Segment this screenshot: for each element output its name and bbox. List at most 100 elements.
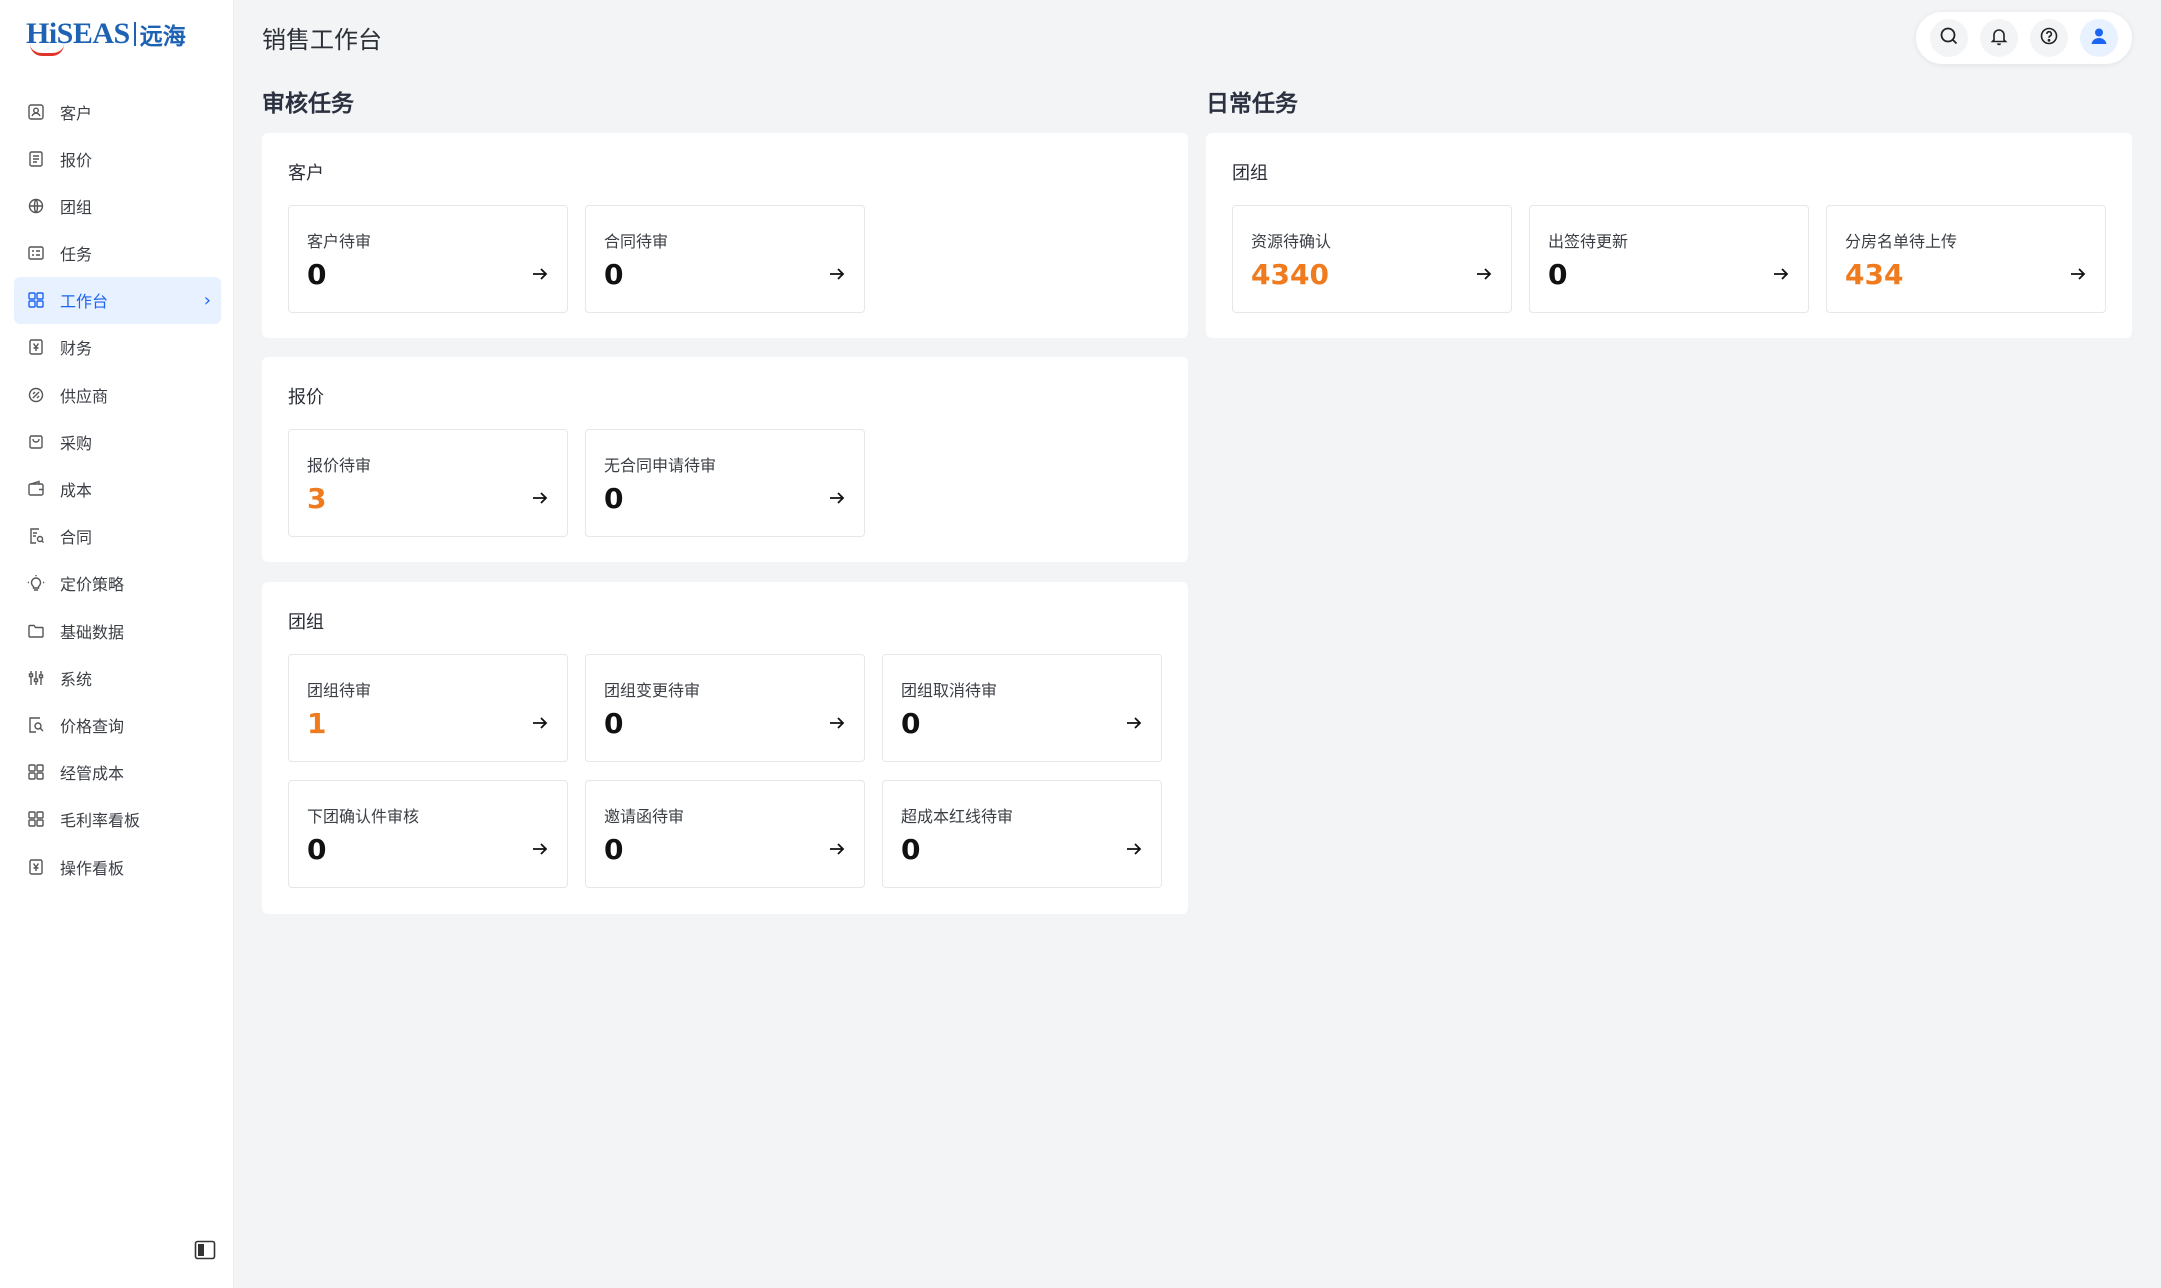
task-card-quote-pending[interactable]: 报价待审 3 xyxy=(288,429,568,537)
sidebar-collapse-icon[interactable] xyxy=(193,1238,217,1262)
card-label: 报价待审 xyxy=(307,456,372,475)
help-button[interactable] xyxy=(2030,19,2068,57)
task-card-group-cancel-pending[interactable]: 团组取消待审 0 xyxy=(882,654,1162,762)
contract-icon xyxy=(26,526,46,546)
settings-sliders-icon xyxy=(26,668,46,688)
sidebar-item-customer[interactable]: 客户 xyxy=(14,88,221,135)
review-group-panel: 团组 团组待审 1 团组变更待审 0 团组取消待审 0 下团确认件审核 0 邀请… xyxy=(262,582,1188,914)
card-value: 0 xyxy=(901,833,921,866)
grid-icon xyxy=(26,809,46,829)
card-value: 0 xyxy=(604,482,624,515)
sidebar-item-cost[interactable]: 成本 xyxy=(14,466,221,513)
task-card-rooming-upload[interactable]: 分房名单待上传 434 xyxy=(1826,205,2106,313)
card-label: 下团确认件审核 xyxy=(307,807,420,826)
pricing-icon xyxy=(26,573,46,593)
sidebar-item-label: 财务 xyxy=(60,339,93,359)
arrow-right-icon xyxy=(531,490,549,506)
sidebar-item-ops-board[interactable]: 操作看板 xyxy=(14,843,221,890)
daily-group-panel: 团组 资源待确认 4340 出签待更新 0 分房名单待上传 434 xyxy=(1206,133,2132,338)
arrow-right-icon xyxy=(1475,266,1493,282)
card-value: 4340 xyxy=(1251,258,1329,291)
sidebar-item-group[interactable]: 团组 xyxy=(14,182,221,229)
card-value: 0 xyxy=(604,707,624,740)
notification-button[interactable] xyxy=(1980,19,2018,57)
purchase-icon xyxy=(26,432,46,452)
logo-smile-mark xyxy=(30,44,64,56)
app-root: HiSEAS 远海 客户 报价 团组 任务 工作台 › 财务 供应商 采购 成本… xyxy=(0,0,2161,1288)
arrow-right-icon xyxy=(828,266,846,282)
daily-tasks-title: 日常任务 xyxy=(1206,91,1298,117)
card-label: 邀请函待审 xyxy=(604,807,685,826)
sidebar-nav: 客户 报价 团组 任务 工作台 › 财务 供应商 采购 成本 合同 定价策略 基… xyxy=(14,88,221,890)
card-label: 出签待更新 xyxy=(1548,232,1629,251)
sidebar-item-system[interactable]: 系统 xyxy=(14,654,221,701)
sidebar-item-workbench[interactable]: 工作台 › xyxy=(14,276,221,324)
search-button[interactable] xyxy=(1930,19,1968,57)
task-card-contract-pending[interactable]: 合同待审 0 xyxy=(585,205,865,313)
sidebar-item-price-search[interactable]: 价格查询 xyxy=(14,701,221,748)
grid-icon xyxy=(26,762,46,782)
card-label: 合同待审 xyxy=(604,232,669,251)
user-avatar-button[interactable] xyxy=(2080,19,2118,57)
review-customer-panel: 客户 客户待审 0 合同待审 0 xyxy=(262,133,1188,338)
task-card-group-change-pending[interactable]: 团组变更待审 0 xyxy=(585,654,865,762)
sidebar-item-mgmt-cost[interactable]: 经管成本 xyxy=(14,749,221,796)
sidebar-item-purchase[interactable]: 采购 xyxy=(14,418,221,465)
sidebar-item-contract[interactable]: 合同 xyxy=(14,513,221,560)
chevron-right-icon: › xyxy=(203,289,211,311)
help-icon xyxy=(2039,26,2059,50)
brand-logo[interactable]: HiSEAS 远海 xyxy=(26,14,216,56)
card-value: 434 xyxy=(1845,258,1904,291)
card-value: 0 xyxy=(307,258,327,291)
group-icon xyxy=(26,196,46,216)
sidebar-item-base-data[interactable]: 基础数据 xyxy=(14,607,221,654)
sidebar-item-label: 工作台 xyxy=(60,292,109,312)
sidebar-item-gross-margin[interactable]: 毛利率看板 xyxy=(14,796,221,843)
search-icon xyxy=(1939,26,1959,50)
arrow-right-icon xyxy=(1125,715,1143,731)
task-card-confirmation-review[interactable]: 下团确认件审核 0 xyxy=(288,780,568,888)
customer-icon xyxy=(26,102,46,122)
task-card-resource-confirm[interactable]: 资源待确认 4340 xyxy=(1232,205,1512,313)
card-label: 无合同申请待审 xyxy=(604,456,717,475)
card-label: 超成本红线待审 xyxy=(901,807,1014,826)
sidebar-item-finance[interactable]: 财务 xyxy=(14,324,221,371)
arrow-right-icon xyxy=(828,490,846,506)
yen-board-icon xyxy=(26,857,46,877)
sidebar-item-label: 团组 xyxy=(60,197,93,217)
sidebar-item-label: 定价策略 xyxy=(60,575,125,595)
arrow-right-icon xyxy=(828,715,846,731)
arrow-right-icon xyxy=(828,841,846,857)
card-value: 1 xyxy=(307,707,327,740)
arrow-right-icon xyxy=(531,266,549,282)
arrow-right-icon xyxy=(1772,266,1790,282)
arrow-right-icon xyxy=(531,841,549,857)
card-value: 0 xyxy=(604,833,624,866)
task-card-no-contract-pending[interactable]: 无合同申请待审 0 xyxy=(585,429,865,537)
logo-divider xyxy=(133,22,136,46)
task-card-visa-update[interactable]: 出签待更新 0 xyxy=(1529,205,1809,313)
sidebar-item-label: 报价 xyxy=(60,150,93,170)
sidebar-item-supplier[interactable]: 供应商 xyxy=(14,371,221,418)
card-label: 团组变更待审 xyxy=(604,681,701,700)
card-label: 分房名单待上传 xyxy=(1845,232,1958,251)
card-label: 团组待审 xyxy=(307,681,372,700)
sidebar-item-task[interactable]: 任务 xyxy=(14,230,221,277)
quote-icon xyxy=(26,149,46,169)
bell-icon xyxy=(1989,26,2009,50)
sidebar-item-label: 基础数据 xyxy=(60,622,125,642)
sidebar-item-label: 操作看板 xyxy=(60,858,125,878)
user-icon xyxy=(2089,26,2109,50)
sidebar-item-quote[interactable]: 报价 xyxy=(14,135,221,182)
task-card-over-cost-pending[interactable]: 超成本红线待审 0 xyxy=(882,780,1162,888)
task-card-invitation-pending[interactable]: 邀请函待审 0 xyxy=(585,780,865,888)
sidebar-item-pricing[interactable]: 定价策略 xyxy=(14,560,221,607)
sidebar-item-label: 合同 xyxy=(60,528,93,548)
task-card-customer-pending[interactable]: 客户待审 0 xyxy=(288,205,568,313)
card-value: 0 xyxy=(901,707,921,740)
panel-label: 报价 xyxy=(288,387,324,408)
sidebar-item-label: 供应商 xyxy=(60,386,109,406)
review-quote-panel: 报价 报价待审 3 无合同申请待审 0 xyxy=(262,357,1188,562)
panel-label: 客户 xyxy=(288,163,324,184)
task-card-group-pending[interactable]: 团组待审 1 xyxy=(288,654,568,762)
